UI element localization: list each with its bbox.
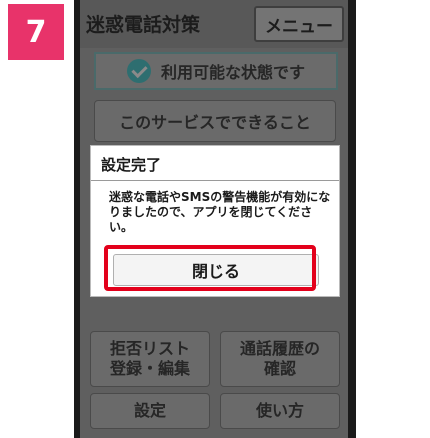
phone-frame: 迷惑電話対策 メニュー 利用可能な状態です このサービスでできること 設定完了 … — [74, 0, 356, 438]
status-label: 利用可能な状態です — [160, 63, 305, 82]
service-info-button[interactable]: このサービスでできること — [94, 100, 336, 142]
step-number-badge: 7 — [8, 4, 64, 60]
call-history-label-line2: 確認 — [263, 359, 296, 378]
app-title: 迷惑電話対策 — [86, 14, 201, 36]
reject-list-label-line1: 拒否リスト — [109, 339, 190, 358]
call-history-button[interactable]: 通話履歴の 確認 — [220, 331, 340, 387]
check-circle-icon — [126, 59, 151, 83]
how-to-use-button[interactable]: 使い方 — [220, 393, 340, 429]
dialog-message: 迷惑な電話やSMSの警告機能が有効になりましたので、アプリを閉じてください。 — [109, 190, 331, 234]
reject-list-button[interactable]: 拒否リスト 登録・編集 — [90, 331, 210, 387]
title-bar: 迷惑電話対策 メニュー — [80, 0, 348, 48]
settings-button[interactable]: 設定 — [90, 393, 210, 429]
app-screen: 迷惑電話対策 メニュー 利用可能な状態です このサービスでできること 設定完了 … — [80, 0, 348, 438]
call-history-label-line1: 通話履歴の — [239, 339, 320, 358]
reject-list-label-line2: 登録・編集 — [109, 359, 190, 378]
dialog-title: 設定完了 — [101, 156, 162, 174]
menu-button[interactable]: メニュー — [254, 6, 344, 42]
close-button[interactable]: 閉じる — [113, 254, 319, 286]
status-indicator: 利用可能な状態です — [94, 52, 338, 90]
setup-complete-dialog: 設定完了 迷惑な電話やSMSの警告機能が有効になりましたので、アプリを閉じてくだ… — [90, 145, 340, 297]
dialog-divider — [91, 180, 339, 181]
